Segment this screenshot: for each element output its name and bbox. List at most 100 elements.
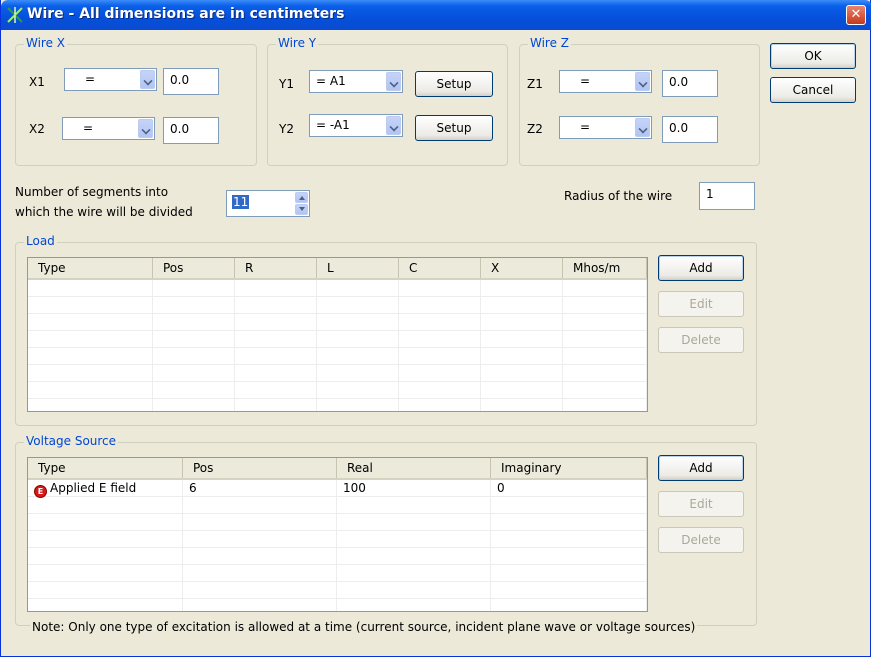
voltage-col-pos[interactable]: Pos	[183, 458, 337, 478]
y2-label: Y2	[279, 122, 294, 136]
y1-setup-button[interactable]: Setup	[415, 71, 493, 97]
wire-app-icon	[7, 7, 23, 23]
segments-spinner[interactable]: 11	[226, 190, 310, 217]
load-col-x[interactable]: X	[481, 258, 563, 278]
voltage-delete-button[interactable]: Delete	[658, 527, 744, 553]
table-cell	[337, 531, 491, 548]
table-row[interactable]	[28, 365, 647, 382]
voltage-col-imaginary[interactable]: Imaginary	[491, 458, 647, 478]
table-cell	[563, 331, 647, 348]
table-cell	[153, 382, 235, 399]
table-cell	[317, 365, 399, 382]
table-cell	[235, 382, 317, 399]
voltage-cell-imag: 0	[497, 481, 505, 495]
chevron-down-icon[interactable]	[635, 72, 650, 91]
ok-button[interactable]: OK	[770, 43, 856, 69]
y1-combo-value: = A1	[316, 74, 346, 88]
wire-z-legend: Wire Z	[528, 36, 572, 50]
table-cell	[337, 565, 491, 582]
table-cell	[481, 365, 563, 382]
load-col-mhos[interactable]: Mhos/m	[563, 258, 647, 278]
close-icon: ✕	[850, 7, 862, 22]
table-cell	[481, 297, 563, 314]
load-delete-button[interactable]: Delete	[658, 327, 744, 353]
voltage-source-table[interactable]: Type Pos Real Imaginary E Applied E field…	[27, 457, 648, 612]
x2-combo[interactable]: =	[62, 117, 155, 140]
table-row[interactable]	[28, 582, 647, 599]
load-col-r[interactable]: R	[235, 258, 317, 278]
x1-combo[interactable]: =	[64, 68, 157, 91]
z2-input[interactable]: 0.0	[662, 116, 718, 143]
table-cell	[491, 497, 647, 514]
table-cell	[28, 514, 183, 531]
load-col-c[interactable]: C	[399, 258, 481, 278]
voltage-col-real[interactable]: Real	[337, 458, 491, 478]
load-add-button[interactable]: Add	[658, 255, 744, 281]
cancel-button[interactable]: Cancel	[770, 77, 856, 103]
table-cell	[235, 331, 317, 348]
spin-up-icon[interactable]	[295, 192, 308, 203]
table-row[interactable]	[28, 599, 647, 611]
table-row[interactable]	[28, 514, 647, 531]
table-row[interactable]	[28, 531, 647, 548]
table-row[interactable]	[28, 348, 647, 365]
y1-combo[interactable]: = A1	[309, 70, 403, 93]
spin-down-icon[interactable]	[295, 204, 308, 215]
y2-combo[interactable]: = -A1	[309, 114, 403, 137]
voltage-add-button[interactable]: Add	[658, 455, 744, 481]
table-cell	[491, 582, 647, 599]
table-cell	[399, 314, 481, 331]
wire-y-group: Wire Y	[267, 36, 508, 166]
z2-value: 0.0	[669, 121, 689, 135]
x2-input[interactable]: 0.0	[163, 117, 219, 144]
table-cell	[28, 599, 183, 611]
radius-input[interactable]: 1	[699, 182, 755, 210]
load-edit-button[interactable]: Edit	[658, 291, 744, 317]
chevron-down-icon[interactable]	[386, 72, 401, 91]
table-cell	[399, 280, 481, 297]
table-cell	[183, 514, 337, 531]
table-cell: 6	[183, 480, 337, 497]
z1-input[interactable]: 0.0	[662, 70, 718, 97]
chevron-down-icon[interactable]	[386, 116, 401, 135]
voltage-edit-button[interactable]: Edit	[658, 491, 744, 517]
close-button[interactable]: ✕	[846, 5, 866, 25]
table-cell	[28, 331, 153, 348]
x1-input[interactable]: 0.0	[163, 68, 219, 95]
voltage-cell-pos: 6	[189, 481, 197, 495]
table-row[interactable]	[28, 548, 647, 565]
table-row[interactable]: E Applied E field 6 100 0	[28, 480, 647, 498]
table-cell	[28, 314, 153, 331]
table-row[interactable]	[28, 297, 647, 314]
title-bar[interactable]: Wire - All dimensions are in centimeters…	[1, 0, 871, 30]
wire-x-group: Wire X	[15, 36, 257, 166]
table-row[interactable]	[28, 331, 647, 348]
voltage-table-header: Type Pos Real Imaginary	[28, 458, 647, 480]
x2-combo-value: =	[83, 121, 94, 135]
table-cell	[337, 548, 491, 565]
chevron-down-icon[interactable]	[138, 119, 153, 138]
load-col-pos[interactable]: Pos	[153, 258, 235, 278]
table-cell	[28, 382, 153, 399]
table-row[interactable]	[28, 382, 647, 399]
table-row[interactable]	[28, 565, 647, 582]
table-row[interactable]	[28, 497, 647, 514]
table-cell	[399, 297, 481, 314]
table-cell	[153, 280, 235, 297]
table-cell: 100	[337, 480, 491, 497]
z2-combo[interactable]: =	[559, 116, 652, 139]
load-table[interactable]: Type Pos R L C X Mhos/m	[27, 257, 648, 412]
table-cell	[183, 582, 337, 599]
load-col-type[interactable]: Type	[28, 258, 153, 278]
z1-combo[interactable]: =	[559, 70, 652, 93]
table-row[interactable]	[28, 314, 647, 331]
load-col-l[interactable]: L	[317, 258, 399, 278]
y2-setup-button[interactable]: Setup	[415, 115, 493, 141]
z2-combo-value: =	[580, 120, 591, 134]
table-row[interactable]	[28, 399, 647, 411]
chevron-down-icon[interactable]	[635, 118, 650, 137]
table-row[interactable]	[28, 280, 647, 297]
chevron-down-icon[interactable]	[140, 70, 155, 89]
table-cell	[28, 497, 183, 514]
voltage-col-type[interactable]: Type	[28, 458, 183, 478]
